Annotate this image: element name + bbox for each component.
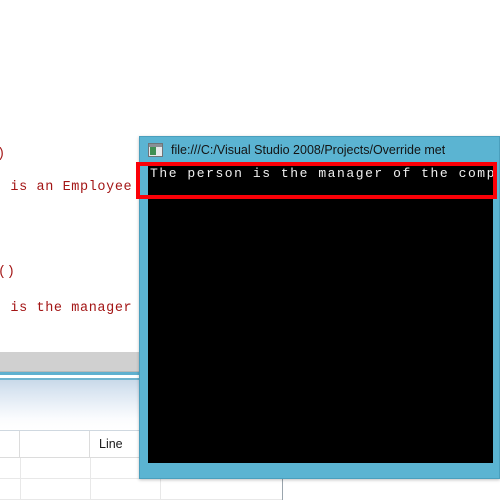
console-window-title: file:///C:/Visual Studio 2008/Projects/O… — [171, 143, 446, 157]
column-header-icon[interactable] — [0, 431, 20, 457]
console-window-icon — [148, 143, 163, 157]
column-header-blank[interactable] — [20, 431, 90, 457]
console-window[interactable]: file:///C:/Visual Studio 2008/Projects/O… — [139, 136, 500, 479]
table-row[interactable] — [0, 479, 282, 500]
code-line: n is the manager — [0, 301, 133, 316]
console-output-line: The person is the manager of the company — [150, 166, 493, 181]
table-grid-line — [20, 458, 21, 500]
code-line: ) — [0, 147, 6, 163]
console-output-area[interactable]: The person is the manager of the company — [148, 163, 493, 463]
table-grid-line — [90, 458, 91, 500]
code-line: () — [0, 265, 16, 280]
screen-root: ) n is an Employee () n is the manager L… — [0, 0, 500, 500]
console-title-bar[interactable]: file:///C:/Visual Studio 2008/Projects/O… — [140, 137, 499, 163]
code-line: n is an Employee — [0, 180, 133, 195]
